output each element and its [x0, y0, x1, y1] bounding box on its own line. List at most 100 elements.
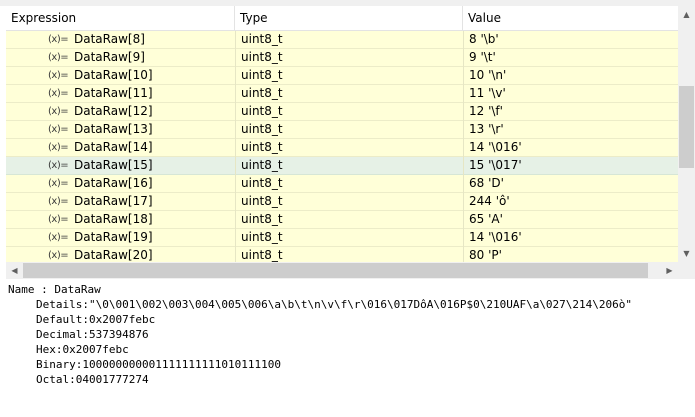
value-cell[interactable]: 13 '\r' [463, 121, 678, 139]
horizontal-scroll-thumb[interactable] [23, 263, 648, 278]
expression-name: DataRaw[12] [74, 104, 153, 118]
expression-name: DataRaw[14] [74, 140, 153, 154]
column-header-value[interactable]: Value [463, 6, 678, 30]
table-row[interactable]: (x)= DataRaw[20] uint8_t 80 'P' [6, 247, 678, 262]
expression-name: DataRaw[9] [74, 50, 145, 64]
variable-icon: (x)= [48, 160, 69, 171]
table-row[interactable]: (x)= DataRaw[19] uint8_t 14 '\016' [6, 229, 678, 247]
variable-icon: (x)= [48, 214, 69, 225]
vertical-scroll-thumb[interactable] [679, 86, 694, 168]
details-default: Default:0x2007febc [36, 313, 156, 326]
table-row[interactable]: (x)= DataRaw[11] uint8_t 11 '\v' [6, 85, 678, 103]
variable-icon: (x)= [48, 178, 69, 189]
expression-name: DataRaw[11] [74, 86, 153, 100]
variable-icon: (x)= [48, 232, 69, 243]
type-cell: uint8_t [235, 49, 463, 67]
expression-name: DataRaw[16] [74, 176, 153, 190]
value-cell[interactable]: 8 '\b' [463, 31, 678, 49]
type-cell: uint8_t [235, 193, 463, 211]
variable-icon: (x)= [48, 106, 69, 117]
variable-icon: (x)= [48, 124, 69, 135]
scrollbar-corner [678, 262, 695, 279]
expression-cell[interactable]: (x)= DataRaw[10] [6, 67, 235, 85]
table-row[interactable]: (x)= DataRaw[17] uint8_t 244 'ô' [6, 193, 678, 211]
type-cell: uint8_t [235, 85, 463, 103]
value-cell[interactable]: 244 'ô' [463, 193, 678, 211]
details-hex: Hex:0x2007febc [36, 343, 129, 356]
table-row[interactable]: (x)= DataRaw[10] uint8_t 10 '\n' [6, 67, 678, 85]
expression-cell[interactable]: (x)= DataRaw[13] [6, 121, 235, 139]
type-cell: uint8_t [235, 67, 463, 85]
value-cell[interactable]: 14 '\016' [463, 139, 678, 157]
type-cell: uint8_t [235, 175, 463, 193]
expression-cell[interactable]: (x)= DataRaw[15] [6, 157, 235, 175]
expression-cell[interactable]: (x)= DataRaw[20] [6, 247, 235, 262]
expression-cell[interactable]: (x)= DataRaw[14] [6, 139, 235, 157]
expression-cell[interactable]: (x)= DataRaw[11] [6, 85, 235, 103]
variable-icon: (x)= [48, 250, 69, 261]
column-header-type[interactable]: Type [235, 6, 463, 30]
scroll-up-arrow-icon[interactable]: ▲ [678, 6, 695, 23]
type-cell: uint8_t [235, 31, 463, 49]
expression-name: DataRaw[13] [74, 122, 153, 136]
expression-name: DataRaw[17] [74, 194, 153, 208]
table-row[interactable]: (x)= DataRaw[13] uint8_t 13 '\r' [6, 121, 678, 139]
expression-name: DataRaw[10] [74, 68, 153, 82]
expression-cell[interactable]: (x)= DataRaw[12] [6, 103, 235, 121]
type-cell: uint8_t [235, 211, 463, 229]
details-pane[interactable]: Name : DataRaw Details:"\0\001\002\003\0… [0, 280, 695, 417]
type-cell: uint8_t [235, 103, 463, 121]
horizontal-scrollbar[interactable]: ◀ ▶ [6, 262, 678, 279]
variable-icon: (x)= [48, 70, 69, 81]
value-cell[interactable]: 68 'D' [463, 175, 678, 193]
expression-cell[interactable]: (x)= DataRaw[19] [6, 229, 235, 247]
expression-cell[interactable]: (x)= DataRaw[17] [6, 193, 235, 211]
value-cell[interactable]: 9 '\t' [463, 49, 678, 67]
vertical-scrollbar[interactable]: ▲ ▼ [678, 6, 695, 262]
expression-name: DataRaw[15] [74, 158, 153, 172]
expression-name: DataRaw[18] [74, 212, 153, 226]
variable-icon: (x)= [48, 52, 69, 63]
value-cell[interactable]: 65 'A' [463, 211, 678, 229]
details-name: Name : DataRaw [8, 283, 101, 296]
type-cell: uint8_t [235, 121, 463, 139]
details-string: Details:"\0\001\002\003\004\005\006\a\b\… [36, 298, 633, 311]
table-row[interactable]: (x)= DataRaw[15] uint8_t 15 '\017' [6, 157, 678, 175]
table-row[interactable]: (x)= DataRaw[18] uint8_t 65 'A' [6, 211, 678, 229]
expression-cell[interactable]: (x)= DataRaw[8] [6, 31, 235, 49]
table-row[interactable]: (x)= DataRaw[8] uint8_t 8 '\b' [6, 31, 678, 49]
variable-icon: (x)= [48, 34, 69, 45]
expressions-table: Expression Type Value (x)= DataRaw[8] uint… [6, 6, 678, 262]
variable-icon: (x)= [48, 88, 69, 99]
scroll-left-arrow-icon[interactable]: ◀ [6, 262, 23, 279]
details-binary: Binary:100000000001111111111010111100 [36, 358, 282, 371]
expression-name: DataRaw[8] [74, 32, 145, 46]
variable-icon: (x)= [48, 142, 69, 153]
details-octal: Octal:04001777274 [36, 373, 149, 386]
column-header-expression[interactable]: Expression [6, 6, 235, 30]
value-cell[interactable]: 14 '\016' [463, 229, 678, 247]
value-cell[interactable]: 11 '\v' [463, 85, 678, 103]
table-header: Expression Type Value [6, 6, 678, 31]
value-cell[interactable]: 12 '\f' [463, 103, 678, 121]
table-row[interactable]: (x)= DataRaw[12] uint8_t 12 '\f' [6, 103, 678, 121]
details-decimal: Decimal:537394876 [36, 328, 149, 341]
expression-name: DataRaw[20] [74, 248, 153, 262]
scroll-down-arrow-icon[interactable]: ▼ [678, 245, 695, 262]
type-cell: uint8_t [235, 247, 463, 262]
table-row[interactable]: (x)= DataRaw[14] uint8_t 14 '\016' [6, 139, 678, 157]
variable-icon: (x)= [48, 196, 69, 207]
expression-name: DataRaw[19] [74, 230, 153, 244]
type-cell: uint8_t [235, 229, 463, 247]
expression-cell[interactable]: (x)= DataRaw[18] [6, 211, 235, 229]
expression-cell[interactable]: (x)= DataRaw[16] [6, 175, 235, 193]
type-cell: uint8_t [235, 139, 463, 157]
table-row[interactable]: (x)= DataRaw[16] uint8_t 68 'D' [6, 175, 678, 193]
expression-cell[interactable]: (x)= DataRaw[9] [6, 49, 235, 67]
value-cell[interactable]: 10 '\n' [463, 67, 678, 85]
table-row[interactable]: (x)= DataRaw[9] uint8_t 9 '\t' [6, 49, 678, 67]
value-cell[interactable]: 80 'P' [463, 247, 678, 262]
type-cell: uint8_t [235, 157, 463, 175]
scroll-right-arrow-icon[interactable]: ▶ [661, 262, 678, 279]
value-cell[interactable]: 15 '\017' [463, 157, 678, 175]
